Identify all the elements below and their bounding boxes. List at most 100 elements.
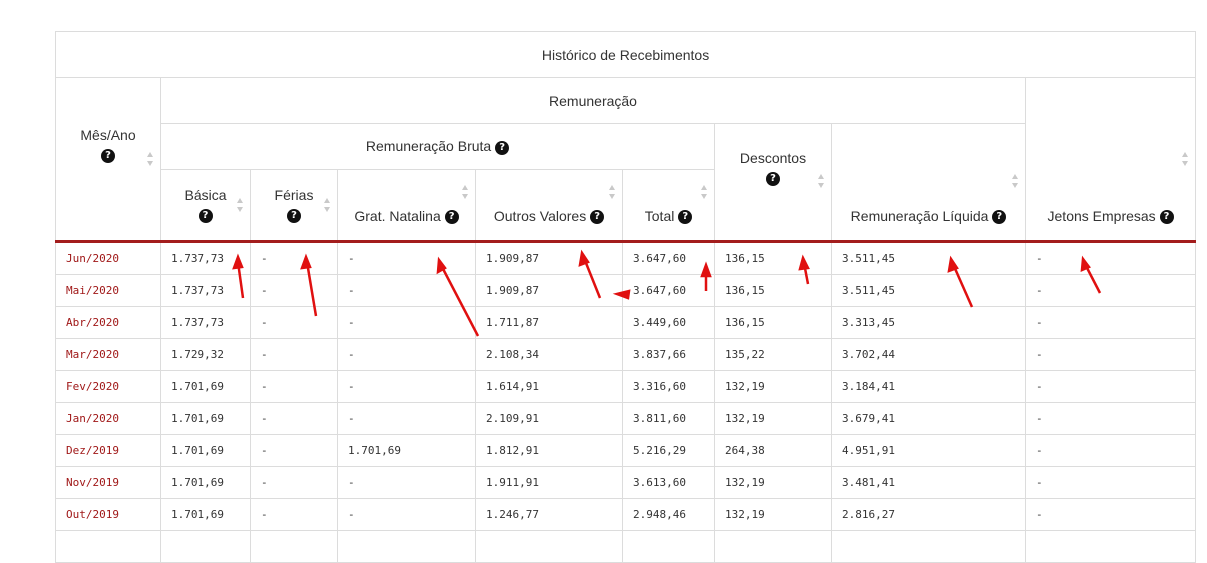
cell-total: 2.948,46 — [622, 498, 715, 531]
cell-mes-ano[interactable]: Nov/2019 — [55, 466, 161, 499]
table-row: Mar/2020 1.729,32- -2.108,34 3.837,66 135,22… — [55, 338, 1197, 371]
sort-icon[interactable] — [462, 185, 469, 199]
cell-ferias: - — [250, 338, 338, 371]
cell-basica — [160, 530, 251, 563]
cell-grat-natalina: - — [337, 274, 476, 307]
cell-mes-ano[interactable]: Dez/2019 — [55, 434, 161, 467]
cell-grat-natalina: - — [337, 466, 476, 499]
table-row: Jun/2020 1.737,73- -1.909,87 3.647,60 136,15… — [55, 240, 1197, 275]
cell-descontos: 132,19 — [714, 498, 832, 531]
table-row: Mai/2020 1.737,73- -1.909,87 3.647,60 136,15… — [55, 274, 1197, 307]
question-circle-icon[interactable]: ? — [678, 210, 693, 224]
cell-jetons: - — [1024, 434, 1197, 467]
question-circle-icon[interactable]: ? — [992, 210, 1007, 224]
header-ferias-label: Férias — [274, 187, 314, 203]
sort-icon[interactable] — [1182, 152, 1189, 166]
cell-outros-valores: 2.108,34 — [475, 338, 623, 371]
cell-liquida: 3.184,41 — [831, 370, 1026, 403]
cell-ferias: - — [250, 402, 338, 435]
cell-descontos: 136,15 — [714, 306, 832, 339]
cell-basica: 1.701,69 — [160, 434, 251, 467]
cell-outros-valores: 2.109,91 — [475, 402, 623, 435]
cell-jetons: - — [1024, 338, 1197, 371]
cell-total: 3.316,60 — [622, 370, 715, 403]
cell-ferias: - — [250, 434, 338, 467]
cell-outros-valores: 1.614,91 — [475, 370, 623, 403]
cell-grat-natalina: - — [337, 240, 476, 275]
cell-mes-ano[interactable] — [55, 530, 161, 563]
cell-total: 3.811,60 — [622, 402, 715, 435]
header-mes-ano[interactable]: Mês/Ano ? — [55, 77, 161, 242]
cell-basica: 1.737,73 — [160, 240, 251, 275]
cell-basica: 1.701,69 — [160, 498, 251, 531]
header-descontos[interactable]: Descontos ? — [714, 123, 832, 242]
header-outros-label: Outros Valores — [493, 207, 587, 224]
receipts-table: Histórico de Recebimentos Mês/Ano ? Remu… — [54, 31, 1197, 563]
cell-basica: 1.737,73 — [160, 274, 251, 307]
cell-liquida: 3.481,41 — [831, 466, 1026, 499]
cell-descontos: 136,15 — [714, 274, 832, 307]
sort-icon[interactable] — [1012, 174, 1019, 188]
cell-descontos — [714, 530, 832, 563]
table-row: Fev/2020 1.701,69- -1.614,91 3.316,60 132,19… — [55, 370, 1197, 403]
question-circle-icon[interactable]: ? — [101, 149, 115, 163]
cell-mes-ano[interactable]: Jun/2020 — [55, 240, 161, 275]
group-remuneracao-bruta: Remuneração Bruta ? — [160, 123, 715, 170]
cell-total: 3.613,60 — [622, 466, 715, 499]
cell-total: 3.647,60 — [622, 240, 715, 275]
cell-grat-natalina — [337, 530, 476, 563]
cell-basica: 1.737,73 — [160, 306, 251, 339]
question-circle-icon[interactable]: ? — [198, 209, 213, 223]
header-basica-label: Básica — [184, 187, 227, 203]
sort-icon[interactable] — [701, 185, 708, 199]
cell-ferias: - — [250, 466, 338, 499]
header-basica[interactable]: Básica ? — [160, 169, 251, 242]
question-circle-icon[interactable]: ? — [590, 210, 605, 224]
sort-icon[interactable] — [609, 185, 616, 199]
sort-icon[interactable] — [324, 198, 331, 212]
cell-jetons: - — [1024, 466, 1197, 499]
cell-mes-ano[interactable]: Out/2019 — [55, 498, 161, 531]
cell-descontos: 264,38 — [714, 434, 832, 467]
question-circle-icon[interactable]: ? — [287, 209, 301, 223]
cell-ferias: - — [250, 370, 338, 403]
cell-outros-valores: 1.909,87 — [475, 274, 623, 307]
header-jetons-label: Jetons Empresas — [1047, 207, 1156, 224]
cell-liquida: 3.313,45 — [831, 306, 1026, 339]
cell-total: 5.216,29 — [622, 434, 715, 467]
cell-jetons: - — [1024, 240, 1197, 275]
cell-mes-ano[interactable]: Mar/2020 — [55, 338, 161, 371]
question-circle-icon[interactable]: ? — [1159, 210, 1174, 224]
cell-ferias: - — [250, 306, 338, 339]
cell-liquida: 3.511,45 — [831, 274, 1026, 307]
cell-mes-ano[interactable]: Jan/2020 — [55, 402, 161, 435]
table-row: Jan/2020 1.701,69- -2.109,91 3.811,60 132,19… — [55, 402, 1197, 435]
question-circle-icon[interactable]: ? — [766, 172, 780, 186]
cell-total: 3.837,66 — [622, 338, 715, 371]
cell-mes-ano[interactable]: Mai/2020 — [55, 274, 161, 307]
header-outros-valores[interactable]: Outros Valores ? — [475, 169, 623, 242]
question-circle-icon[interactable]: ? — [495, 140, 510, 155]
question-circle-icon[interactable]: ? — [444, 210, 459, 224]
header-grat-natalina[interactable]: Grat. Natalina ? — [337, 169, 476, 242]
sort-icon[interactable] — [237, 198, 244, 212]
cell-mes-ano[interactable]: Fev/2020 — [55, 370, 161, 403]
group-bruta-label: Remuneração Bruta — [365, 138, 492, 155]
header-jetons[interactable]: Jetons Empresas ? — [1024, 77, 1197, 242]
cell-mes-ano[interactable]: Abr/2020 — [55, 306, 161, 339]
header-liquida-label: Remuneração Líquida — [850, 207, 989, 224]
cell-grat-natalina: - — [337, 402, 476, 435]
cell-grat-natalina: 1.701,69 — [337, 434, 476, 467]
header-liquida[interactable]: Remuneração Líquida ? — [831, 123, 1026, 242]
cell-basica: 1.701,69 — [160, 370, 251, 403]
header-total[interactable]: Total ? — [622, 169, 715, 242]
cell-descontos: 135,22 — [714, 338, 832, 371]
cell-outros-valores: 1.911,91 — [475, 466, 623, 499]
cell-ferias — [250, 530, 338, 563]
cell-basica: 1.701,69 — [160, 402, 251, 435]
header-ferias[interactable]: Férias ? — [250, 169, 338, 242]
cell-ferias: - — [250, 498, 338, 531]
cell-outros-valores: 1.246,77 — [475, 498, 623, 531]
cell-jetons: - — [1024, 402, 1197, 435]
cell-ferias: - — [250, 240, 338, 275]
